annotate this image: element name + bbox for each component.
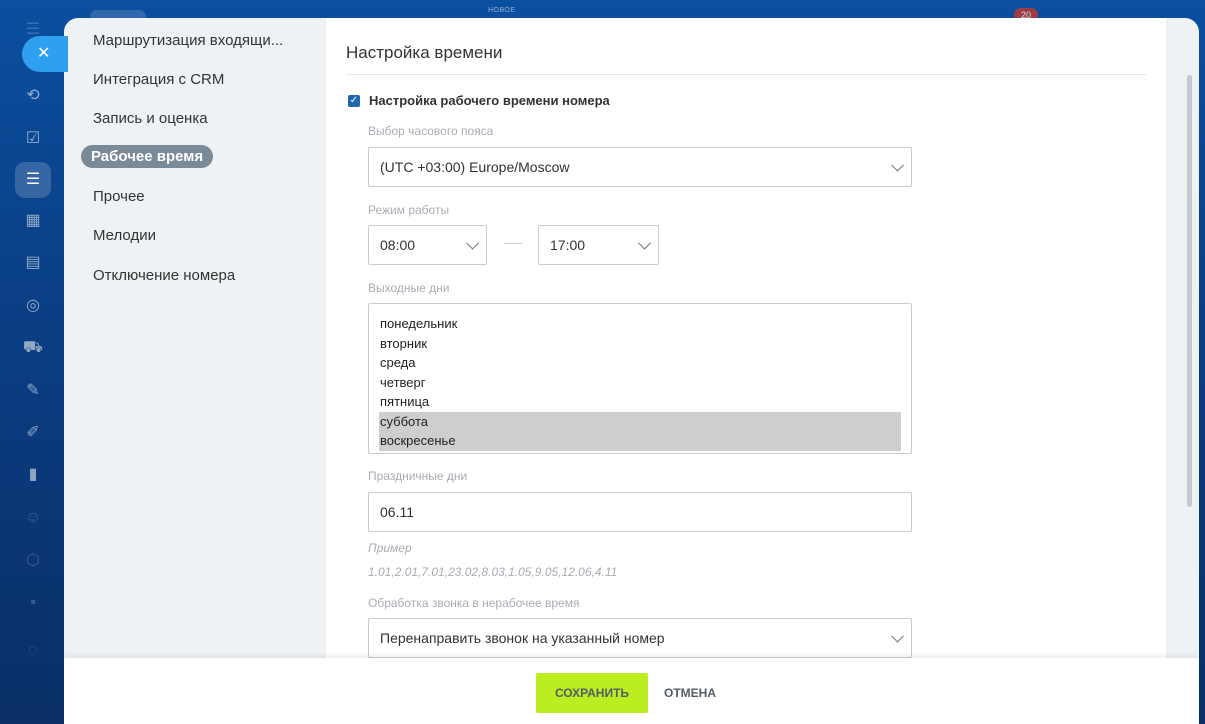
robot-icon[interactable]: ☺ bbox=[22, 507, 44, 529]
footer-bar: СОХРАНИТЬ ОТМЕНА bbox=[64, 658, 1199, 724]
weekend-label: Выходные дни bbox=[368, 281, 450, 295]
work-to-value: 17:00 bbox=[550, 237, 586, 253]
title-divider bbox=[346, 74, 1146, 75]
content-scrollbar[interactable] bbox=[1187, 75, 1192, 507]
apps-icon[interactable]: ▪ bbox=[22, 592, 44, 614]
timezone-label: Выбор часового пояса bbox=[368, 124, 494, 138]
sidenav-item-melodies[interactable]: Мелодии bbox=[93, 227, 156, 244]
sidenav-item-other[interactable]: Прочее bbox=[93, 188, 145, 205]
settings-content: Настройка времени ✓ Настройка рабочего в… bbox=[326, 18, 1166, 658]
worktime-checkbox-row[interactable]: ✓ Настройка рабочего времени номера bbox=[348, 93, 610, 108]
weekend-option-saturday[interactable]: суббота bbox=[379, 411, 901, 431]
chart-icon[interactable]: ▮ bbox=[22, 464, 44, 486]
weekend-option-friday[interactable]: пятница bbox=[379, 392, 901, 412]
chevron-down-icon bbox=[466, 236, 479, 250]
chevron-down-icon bbox=[638, 236, 651, 250]
cart-icon[interactable]: ⛟ bbox=[22, 337, 44, 359]
work-mode-label: Режим работы bbox=[368, 203, 450, 217]
work-from-value: 08:00 bbox=[380, 237, 416, 253]
after-hours-value: Перенаправить звонок на указанный номер bbox=[380, 630, 665, 646]
sidenav-item-disable-number[interactable]: Отключение номера bbox=[93, 267, 235, 284]
holidays-input[interactable]: 06.11 bbox=[368, 492, 912, 532]
edit-doc-icon[interactable]: ✎ bbox=[22, 380, 44, 402]
background-new-label: НОВОЕ bbox=[488, 7, 516, 14]
tasks-icon[interactable]: ☑ bbox=[22, 128, 44, 150]
sidenav-item-recording[interactable]: Запись и оценка bbox=[93, 110, 208, 127]
chevron-down-icon bbox=[891, 158, 904, 172]
weekend-option-monday[interactable]: понедельник bbox=[379, 314, 901, 334]
after-hours-label: Обработка звонка в нерабочее время bbox=[368, 596, 580, 610]
weekend-option-wednesday[interactable]: среда bbox=[379, 353, 901, 373]
chevron-down-icon bbox=[891, 629, 904, 643]
timezone-select[interactable]: (UTC +03:00) Europe/Moscow bbox=[368, 147, 912, 187]
timezone-value: (UTC +03:00) Europe/Moscow bbox=[380, 159, 570, 175]
pen-icon[interactable]: ✐ bbox=[22, 422, 44, 444]
settings-sidenav: Маршрутизация входящи... Интеграция с CR… bbox=[64, 18, 326, 658]
sidenav-item-worktime[interactable]: Рабочее время bbox=[81, 145, 214, 168]
after-hours-select[interactable]: Перенаправить звонок на указанный номер bbox=[368, 618, 912, 658]
time-range-dash bbox=[504, 243, 522, 244]
cube-icon[interactable]: ⬡ bbox=[22, 550, 44, 572]
settings-icon[interactable]: ◌ bbox=[22, 640, 44, 662]
calendar-icon[interactable]: ▦ bbox=[22, 210, 44, 232]
weekend-option-tuesday[interactable]: вторник bbox=[379, 334, 901, 354]
left-nav-rail: ☰ ⟲ ☑ ☰ ▦ ▤ ◎ ⛟ ✎ ✐ ▮ ☺ ⬡ ▪ ◌ bbox=[0, 0, 64, 724]
close-slider-button[interactable]: ✕ bbox=[22, 36, 68, 72]
holidays-example-label: Пример bbox=[368, 541, 412, 555]
close-icon: ✕ bbox=[37, 45, 51, 62]
holidays-label: Праздничные дни bbox=[368, 469, 468, 483]
work-to-select[interactable]: 17:00 bbox=[538, 225, 659, 265]
sidenav-item-routing[interactable]: Маршрутизация входящи... bbox=[93, 32, 283, 49]
worktime-checkbox[interactable]: ✓ bbox=[348, 94, 360, 107]
page-title: Настройка времени bbox=[346, 43, 503, 62]
worktime-checkbox-label: Настройка рабочего времени номера bbox=[369, 93, 610, 108]
target-icon[interactable]: ◎ bbox=[22, 295, 44, 317]
weekend-option-sunday[interactable]: воскресенье bbox=[379, 431, 901, 451]
weekend-option-thursday[interactable]: четверг bbox=[379, 373, 901, 393]
cancel-button[interactable]: ОТМЕНА bbox=[662, 673, 718, 713]
work-from-select[interactable]: 08:00 bbox=[368, 225, 487, 265]
save-button[interactable]: СОХРАНИТЬ bbox=[536, 673, 648, 713]
storage-icon[interactable]: ▤ bbox=[22, 252, 44, 274]
settings-slider: Маршрутизация входящи... Интеграция с CR… bbox=[64, 18, 1199, 724]
filter-icon[interactable]: ☰ bbox=[15, 162, 51, 198]
holidays-example-value: 1.01,2.01,7.01,23.02,8.03,1.05,9.05,12.0… bbox=[368, 565, 618, 579]
background-header: НОВОЕ 20 bbox=[0, 0, 1205, 24]
weekend-multiselect[interactable]: понедельник вторник среда четверг пятниц… bbox=[368, 303, 912, 454]
activity-icon[interactable]: ⟲ bbox=[22, 85, 44, 107]
sidenav-item-crm[interactable]: Интеграция с CRM bbox=[93, 71, 224, 88]
